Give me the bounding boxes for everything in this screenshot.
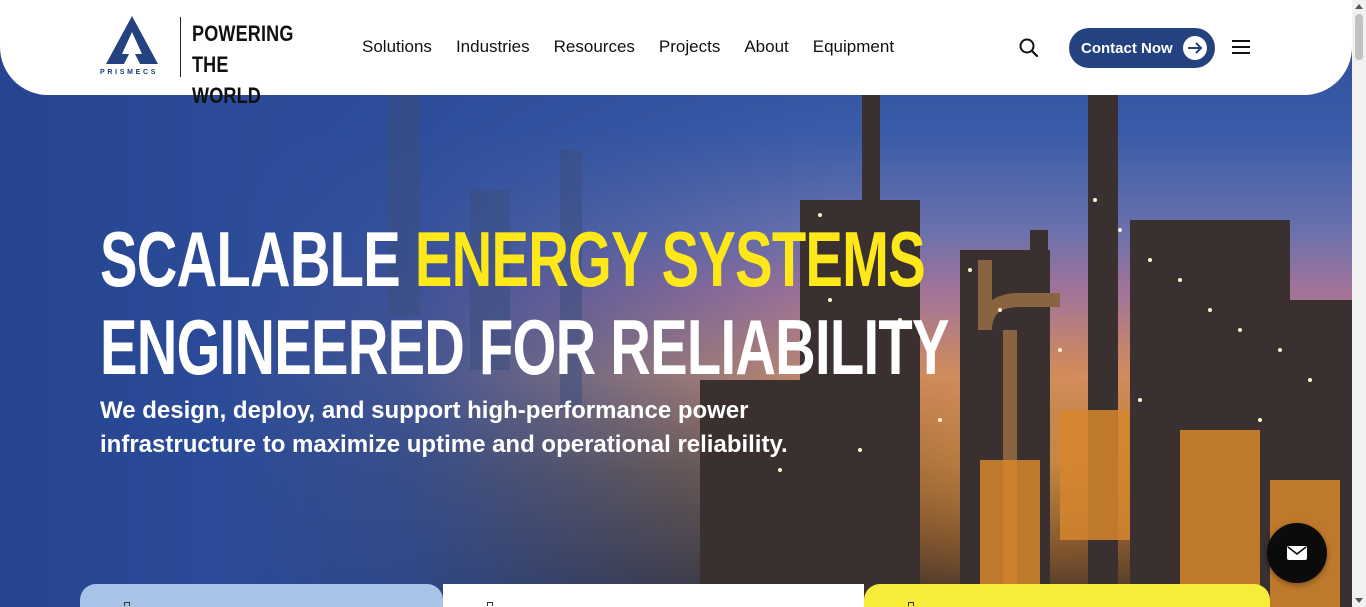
scroll-down-icon[interactable] xyxy=(1355,598,1363,603)
feature-card-3[interactable] xyxy=(864,584,1270,607)
scrollbar-thumb[interactable] xyxy=(1355,14,1363,60)
card-icon xyxy=(908,602,914,606)
logo-wordmark: PRISMECS xyxy=(100,69,159,76)
card-icon xyxy=(487,602,493,606)
headline-line-2: ENGINEERED FOR RELIABILITY xyxy=(100,303,949,391)
scroll-up-icon[interactable] xyxy=(1355,4,1363,9)
brand-tagline: POWERING THE WORLD xyxy=(192,18,294,111)
contact-now-button[interactable]: Contact Now xyxy=(1069,28,1215,68)
prismecs-logo[interactable]: PRISMECS xyxy=(100,14,170,80)
arrow-right-circle-icon xyxy=(1183,36,1207,60)
nav-resources[interactable]: Resources xyxy=(554,36,635,58)
feature-cards xyxy=(80,584,1270,607)
main-nav: Solutions Industries Resources Projects … xyxy=(362,36,894,58)
nav-industries[interactable]: Industries xyxy=(456,36,530,58)
hamburger-menu-icon[interactable] xyxy=(1232,40,1250,56)
card-icon xyxy=(124,602,130,606)
headline-line-1: SCALABLE ENERGY SYSTEMS xyxy=(100,215,949,303)
nav-equipment[interactable]: Equipment xyxy=(813,36,894,58)
nav-projects[interactable]: Projects xyxy=(659,36,720,58)
tagline-line-1: POWERING xyxy=(192,21,294,46)
mail-icon[interactable] xyxy=(1267,523,1327,583)
headline-highlight: ENERGY SYSTEMS xyxy=(414,215,926,303)
logo-icon xyxy=(106,16,158,64)
nav-about[interactable]: About xyxy=(744,36,788,58)
contact-now-label: Contact Now xyxy=(1081,39,1173,57)
headline-part-1: SCALABLE xyxy=(100,215,415,303)
nav-solutions[interactable]: Solutions xyxy=(362,36,432,58)
feature-card-1[interactable] xyxy=(80,584,443,607)
search-icon[interactable] xyxy=(1018,37,1040,59)
page-scrollbar[interactable] xyxy=(1352,0,1366,607)
hero-headline: SCALABLE ENERGY SYSTEMS ENGINEERED FOR R… xyxy=(100,215,949,391)
tagline-line-2: THE WORLD xyxy=(192,52,261,108)
hero-subtext: We design, deploy, and support high-perf… xyxy=(100,397,788,458)
logo-divider xyxy=(180,17,181,77)
feature-card-2[interactable] xyxy=(443,584,864,607)
site-header: PRISMECS POWERING THE WORLD Solutions In… xyxy=(0,0,1352,108)
